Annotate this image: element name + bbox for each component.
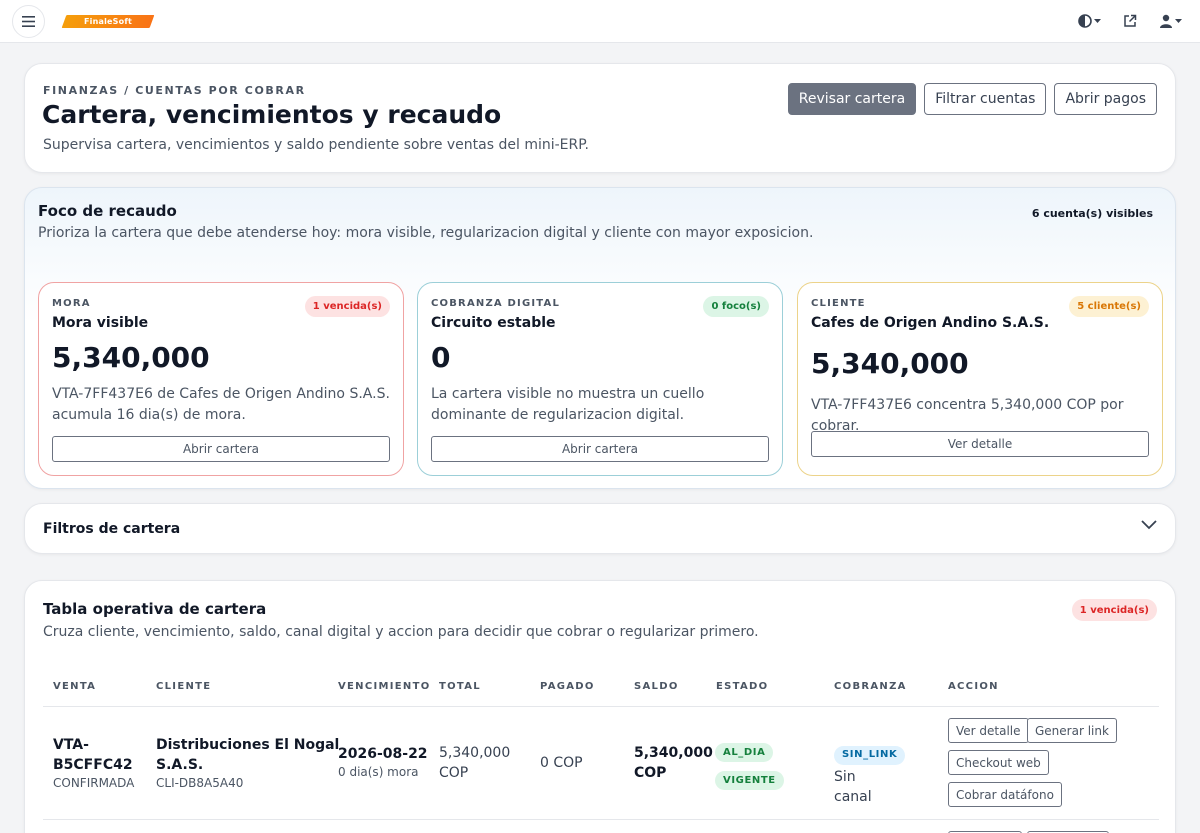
charge-dataphone-button[interactable]: Cobrar datáfono bbox=[948, 782, 1062, 807]
column-header-paid[interactable]: PAGADO bbox=[540, 681, 595, 692]
user-menu[interactable] bbox=[1159, 11, 1182, 31]
column-header-total[interactable]: TOTAL bbox=[439, 681, 481, 692]
metric-title: Cafes de Origen Andino S.A.S. bbox=[811, 315, 1050, 331]
status-badge: 1 vencida(s) bbox=[1071, 599, 1157, 621]
collection-channel: Sin bbox=[834, 768, 856, 785]
brand-logo-text: FinaleSoft bbox=[83, 17, 133, 26]
focus-title: Foco de recaudo bbox=[38, 202, 177, 220]
column-header-status[interactable]: ESTADO bbox=[716, 681, 768, 692]
row-divider bbox=[43, 819, 1159, 820]
column-header-due-date[interactable]: VENCIMIENTO bbox=[338, 681, 431, 692]
due-note: 0 dia(s) mora bbox=[338, 765, 419, 779]
metric-card-digital-collection: COBRANZA DIGITAL Circuito estable 0 foco… bbox=[417, 282, 783, 476]
user-icon bbox=[1160, 14, 1172, 28]
table-title: Tabla operativa de cartera bbox=[43, 600, 267, 618]
metric-eyebrow: MORA bbox=[52, 298, 91, 309]
table-subtitle: Cruza cliente, vencimiento, saldo, canal… bbox=[43, 624, 759, 640]
balance-currency: COP bbox=[634, 765, 667, 781]
column-header-action[interactable]: ACCION bbox=[948, 681, 999, 692]
portfolio-filters-accordion[interactable]: Filtros de cartera bbox=[24, 503, 1176, 554]
page-header-card: FINANZAS / CUENTAS POR COBRAR Cartera, v… bbox=[24, 63, 1176, 173]
sale-id: VTA- bbox=[53, 737, 89, 753]
filter-accounts-button[interactable]: Filtrar cuentas bbox=[924, 83, 1047, 115]
column-header-balance[interactable]: SALDO bbox=[634, 681, 679, 692]
open-portfolio-button[interactable]: Abrir cartera bbox=[52, 436, 390, 462]
filters-title: Filtros de cartera bbox=[43, 521, 181, 537]
visible-accounts-count: 6 cuenta(s) visibles bbox=[1031, 207, 1153, 220]
metric-title: Mora visible bbox=[52, 315, 149, 331]
brand-logo[interactable]: FinaleSoft bbox=[61, 15, 155, 28]
breadcrumb: FINANZAS / CUENTAS POR COBRAR bbox=[43, 84, 306, 97]
open-portfolio-button[interactable]: Abrir cartera bbox=[431, 436, 769, 462]
due-date: 2026-08-22 bbox=[338, 746, 428, 762]
column-header-collection[interactable]: COBRANZA bbox=[834, 681, 907, 692]
metric-card-client: CLIENTE Cafes de Origen Andino S.A.S. 5 … bbox=[797, 282, 1163, 476]
chevron-down-icon bbox=[1094, 18, 1101, 23]
status-badge: 1 vencida(s) bbox=[304, 296, 390, 317]
contrast-icon bbox=[1078, 14, 1092, 28]
review-portfolio-button[interactable]: Revisar cartera bbox=[787, 83, 917, 115]
generate-link-button[interactable]: Generar link bbox=[1027, 718, 1117, 743]
metric-description: VTA-7FF437E6 de Cafes de Origen Andino S… bbox=[52, 386, 390, 423]
web-checkout-button[interactable]: Checkout web bbox=[948, 750, 1049, 775]
column-header-client[interactable]: CLIENTE bbox=[156, 681, 211, 692]
metric-value: 0 bbox=[431, 341, 451, 374]
column-header-sale[interactable]: VENTA bbox=[53, 681, 96, 692]
metric-eyebrow: COBRANZA DIGITAL bbox=[431, 298, 561, 309]
collection-focus-card: Foco de recaudo Prioriza la cartera que … bbox=[24, 187, 1176, 489]
collection-channel: canal bbox=[834, 788, 872, 805]
view-detail-button[interactable]: Ver detalle bbox=[948, 718, 1029, 743]
status-pill-vigente: VIGENTE bbox=[715, 771, 784, 790]
total-currency: COP bbox=[439, 765, 469, 781]
portfolio-table-card: Tabla operativa de cartera Cruza cliente… bbox=[24, 580, 1176, 833]
header-divider bbox=[43, 706, 1159, 707]
sale-id: B5CFFC42 bbox=[53, 757, 133, 773]
page-title: Cartera, vencimientos y recaudo bbox=[42, 100, 502, 129]
client-name: S.A.S. bbox=[156, 757, 204, 773]
client-name: Distribuciones El Nogal bbox=[156, 737, 340, 753]
metric-value: 5,340,000 bbox=[811, 347, 969, 380]
open-payments-button[interactable]: Abrir pagos bbox=[1054, 83, 1157, 115]
external-link-icon bbox=[1124, 14, 1137, 27]
total-amount: 5,340,000 bbox=[439, 745, 511, 761]
metric-title: Circuito estable bbox=[431, 315, 556, 331]
status-badge: 0 foco(s) bbox=[703, 296, 769, 317]
client-code: CLI-DB8A5A40 bbox=[156, 776, 244, 790]
hamburger-icon bbox=[22, 16, 35, 27]
metric-eyebrow: CLIENTE bbox=[811, 298, 866, 309]
sale-status: CONFIRMADA bbox=[53, 776, 135, 790]
metric-value: 5,340,000 bbox=[52, 341, 210, 374]
theme-toggle[interactable] bbox=[1078, 11, 1101, 31]
status-pill-al-dia: AL_DIA bbox=[715, 743, 774, 762]
balance-amount: 5,340,000 bbox=[634, 745, 713, 761]
menu-button[interactable] bbox=[12, 5, 45, 38]
paid-amount: 0 COP bbox=[540, 755, 583, 771]
metric-description: La cartera visible no muestra un cuello … bbox=[431, 386, 705, 423]
open-external-button[interactable] bbox=[1123, 11, 1137, 31]
view-detail-button[interactable]: Ver detalle bbox=[811, 431, 1149, 457]
status-badge: 5 cliente(s) bbox=[1069, 296, 1149, 317]
metric-card-overdue: MORA Mora visible 1 vencida(s) 5,340,000… bbox=[38, 282, 404, 476]
focus-subtitle: Prioriza la cartera que debe atenderse h… bbox=[38, 225, 814, 241]
page-subtitle: Supervisa cartera, vencimientos y saldo … bbox=[43, 137, 589, 153]
top-bar: FinaleSoft bbox=[0, 0, 1200, 43]
chevron-down-icon bbox=[1175, 18, 1182, 23]
collection-pill: SIN_LINK bbox=[834, 745, 906, 765]
chevron-down-icon[interactable] bbox=[1141, 520, 1157, 530]
